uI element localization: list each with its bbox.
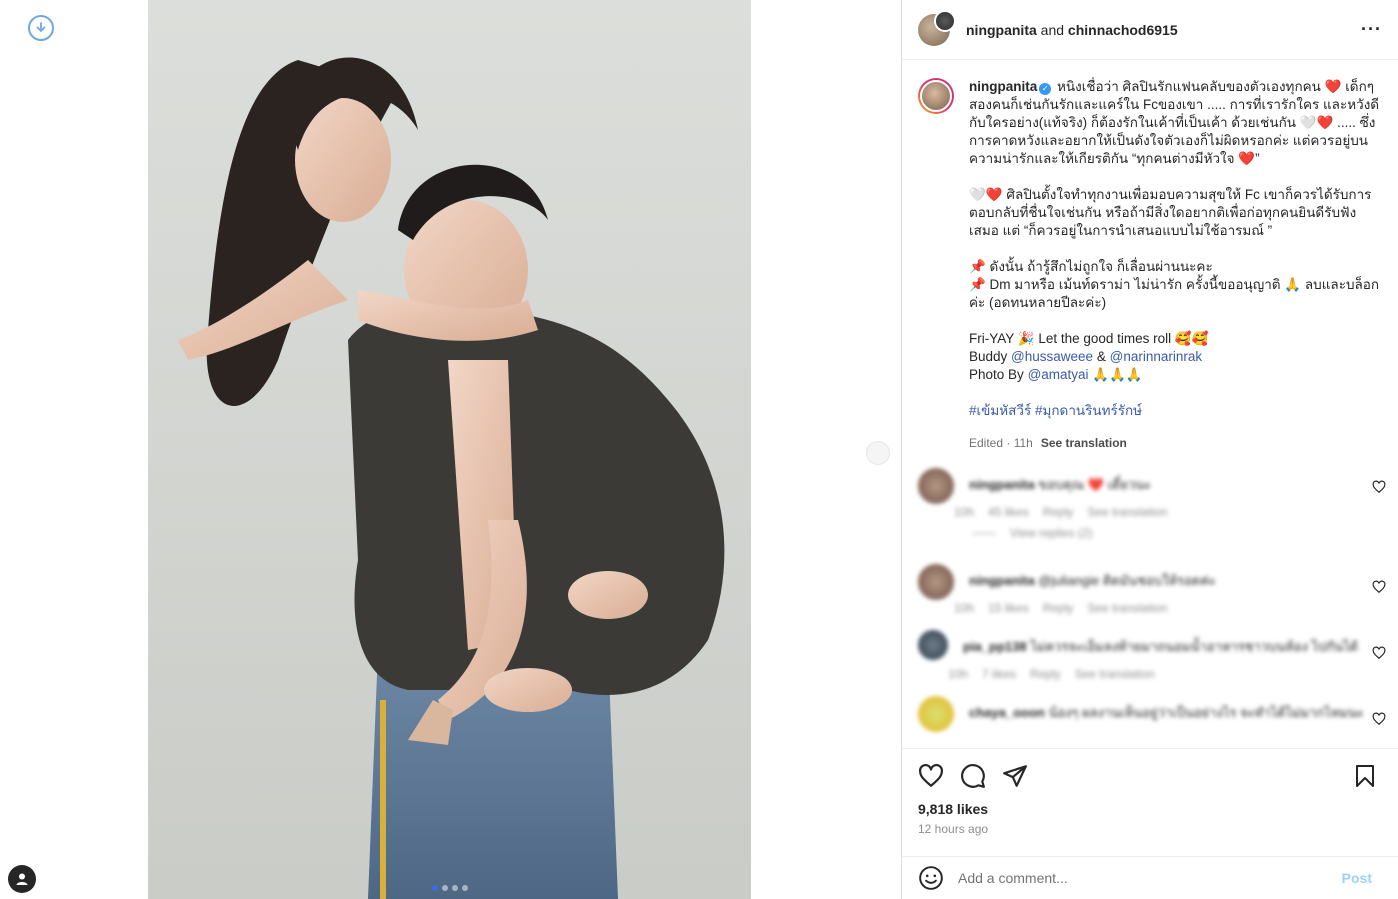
carousel-dot[interactable] bbox=[451, 885, 458, 891]
post-photo[interactable] bbox=[148, 0, 751, 899]
post-photo-illustration bbox=[148, 0, 751, 899]
edited-time: Edited · 11h bbox=[969, 436, 1033, 450]
comment-item: ningpanita ขอบคุณ ❤️ เดี๋ยวนะ 10h 45 like… bbox=[918, 460, 1384, 526]
comment-likes[interactable]: 7 likes bbox=[982, 667, 1016, 681]
comment-text: ไม่ควรจะเอ็มลงท้ายมาถนอมน้ำอาหารชาวบนห้อ… bbox=[1030, 639, 1359, 654]
comment-time: 10h bbox=[948, 667, 969, 681]
caption-paragraph-3: 📌 ดังนั้น ถ้ารู้สึกไม่ถูกใจ ก็เลื่อนผ่าน… bbox=[969, 258, 1384, 312]
caption-username[interactable]: ningpanita bbox=[969, 79, 1037, 94]
verified-badge-icon: ✓ bbox=[1039, 83, 1052, 95]
reply-button[interactable]: Reply bbox=[1030, 667, 1061, 681]
comment-item: pia_pp138 ไม่ควรจะเอ็มลงท้ายมาถนอมน้ำอาห… bbox=[918, 622, 1384, 688]
action-icons-row bbox=[918, 763, 1382, 789]
photo-by-label: Photo By bbox=[969, 367, 1024, 382]
post-side-panel: ningpanita and chinnachod6915 ··· ningpa… bbox=[901, 0, 1398, 899]
commenter-avatar[interactable] bbox=[918, 630, 948, 660]
caption-line: 📌 ดังนั้น ถ้ารู้สึกไม่ถูกใจ ก็เลื่อนผ่าน… bbox=[969, 259, 1213, 274]
comment-input[interactable] bbox=[958, 870, 1342, 886]
authors-connector: and bbox=[1040, 21, 1065, 38]
comment-like-heart-icon[interactable] bbox=[1372, 712, 1386, 726]
like-heart-icon[interactable] bbox=[918, 763, 944, 789]
comment-time: 10h bbox=[954, 601, 975, 615]
comment-text: น้องๆ ผลงานเห็นอยู่ว่าเป็นอย่างไร จะทำได… bbox=[1048, 705, 1364, 720]
commenter-avatar[interactable] bbox=[918, 696, 954, 732]
caption-line: Fri-YAY 🎉 Let the good times roll 🥰🥰 bbox=[969, 331, 1209, 346]
mention-link[interactable]: @amatyai bbox=[1028, 367, 1089, 382]
post-comment-button[interactable]: Post bbox=[1342, 870, 1372, 886]
hashtags[interactable]: #เข้มหัสวีร์ #มุกดานรินทร์รักษ์ bbox=[969, 402, 1384, 420]
comment-see-translation[interactable]: See translation bbox=[1075, 667, 1155, 681]
carousel-dot[interactable] bbox=[461, 885, 468, 891]
comments-list: ningpanita ขอบคุณ ❤️ เดี๋ยวนะ 10h 45 like… bbox=[918, 460, 1384, 754]
comment-see-translation[interactable]: See translation bbox=[1087, 601, 1167, 615]
caption-line: Buddy @hussaweee & @narinnarinrak bbox=[969, 348, 1384, 366]
download-circle-icon[interactable] bbox=[28, 15, 54, 41]
mention-link[interactable]: @hussaweee bbox=[1011, 349, 1093, 364]
comment-text: @juliangie ติดมันชอบให้รอดค่ะ bbox=[1038, 573, 1216, 588]
caption-line: 📌 Dm มาหรือ เม้นท์ดราม่า ไม่น่ารัก ครั้ง… bbox=[969, 277, 1380, 310]
caption-paragraph-4: Fri-YAY 🎉 Let the good times roll 🥰🥰 Bud… bbox=[969, 330, 1384, 384]
commenter-avatar[interactable] bbox=[918, 468, 954, 504]
commenter-avatar[interactable] bbox=[918, 564, 954, 600]
caption-avatar[interactable] bbox=[918, 78, 954, 114]
carousel-dot[interactable] bbox=[431, 885, 438, 891]
likes-count[interactable]: 9,818 likes bbox=[918, 801, 1382, 817]
post-authors: ningpanita and chinnachod6915 bbox=[966, 22, 1178, 38]
comment-like-heart-icon[interactable] bbox=[1372, 580, 1386, 594]
caption-body: ningpanita ✓ หนิงเชื่อว่า ศิลปินรักแฟนคลั… bbox=[969, 78, 1384, 452]
collab-avatar[interactable] bbox=[918, 9, 956, 46]
coauthor-username[interactable]: chinnachod6915 bbox=[1068, 22, 1178, 38]
comment-likes[interactable]: 15 likes bbox=[988, 601, 1029, 615]
mention-link[interactable]: @narinnarinrak bbox=[1110, 349, 1203, 364]
author-username[interactable]: ningpanita bbox=[966, 22, 1037, 38]
pray-emoji: 🙏🙏🙏 bbox=[1092, 367, 1143, 382]
see-translation-link[interactable]: See translation bbox=[1041, 436, 1127, 450]
commenter-username[interactable]: ningpanita bbox=[969, 573, 1035, 588]
comment-item: ningpanita @juliangie ติดมันชอบให้รอดค่ะ… bbox=[918, 556, 1384, 622]
carousel-dot[interactable] bbox=[441, 885, 448, 891]
profile-icon[interactable] bbox=[8, 865, 36, 893]
comment-item: chaya_ooon น้องๆ ผลงานเห็นอยู่ว่าเป็นอย่… bbox=[918, 688, 1384, 754]
reply-button[interactable]: Reply bbox=[1043, 601, 1074, 615]
comment-bubble-icon[interactable] bbox=[960, 763, 986, 789]
caption-paragraph-2: 🤍❤️ ศิลปินตั้งใจทำทุกงานเพื่อมอบความสุขใ… bbox=[969, 187, 1372, 238]
ampersand: & bbox=[1096, 349, 1106, 364]
caption-line: Photo By @amatyai 🙏🙏🙏 bbox=[969, 366, 1384, 384]
emoji-icon[interactable] bbox=[918, 865, 944, 891]
carousel-dots bbox=[431, 885, 468, 891]
comment-likes[interactable]: 45 likes bbox=[988, 505, 1029, 519]
more-options-icon[interactable]: ··· bbox=[1361, 19, 1382, 40]
comment-text: ขอบคุณ ❤️ เดี๋ยวนะ bbox=[1038, 477, 1152, 492]
view-replies-button[interactable]: View replies (2) bbox=[918, 526, 1384, 556]
buddy-label: Buddy bbox=[969, 349, 1008, 364]
caption-meta: Edited · 11h See translation bbox=[969, 434, 1384, 452]
share-send-icon[interactable] bbox=[1002, 763, 1028, 789]
save-bookmark-icon[interactable] bbox=[1354, 764, 1376, 788]
commenter-username[interactable]: pia_pp138 bbox=[963, 639, 1027, 654]
comment-time: 10h bbox=[954, 505, 975, 519]
next-slide-button[interactable] bbox=[866, 441, 890, 465]
comment-like-heart-icon[interactable] bbox=[1372, 480, 1386, 494]
comment-see-translation[interactable]: See translation bbox=[1087, 505, 1167, 519]
add-comment-bar: Post bbox=[902, 856, 1398, 899]
post-time: 12 hours ago bbox=[918, 822, 989, 836]
post-caption: ningpanita ✓ หนิงเชื่อว่า ศิลปินรักแฟนคลั… bbox=[918, 78, 1384, 452]
left-rail bbox=[0, 0, 148, 899]
commenter-username[interactable]: chaya_ooon bbox=[969, 705, 1045, 720]
reply-button[interactable]: Reply bbox=[1043, 505, 1074, 519]
commenter-username[interactable]: ningpanita bbox=[969, 477, 1035, 492]
post-header: ningpanita and chinnachod6915 ··· bbox=[902, 0, 1398, 60]
post-actions: 9,818 likes 12 hours ago bbox=[902, 748, 1398, 836]
comment-like-heart-icon[interactable] bbox=[1372, 646, 1386, 660]
